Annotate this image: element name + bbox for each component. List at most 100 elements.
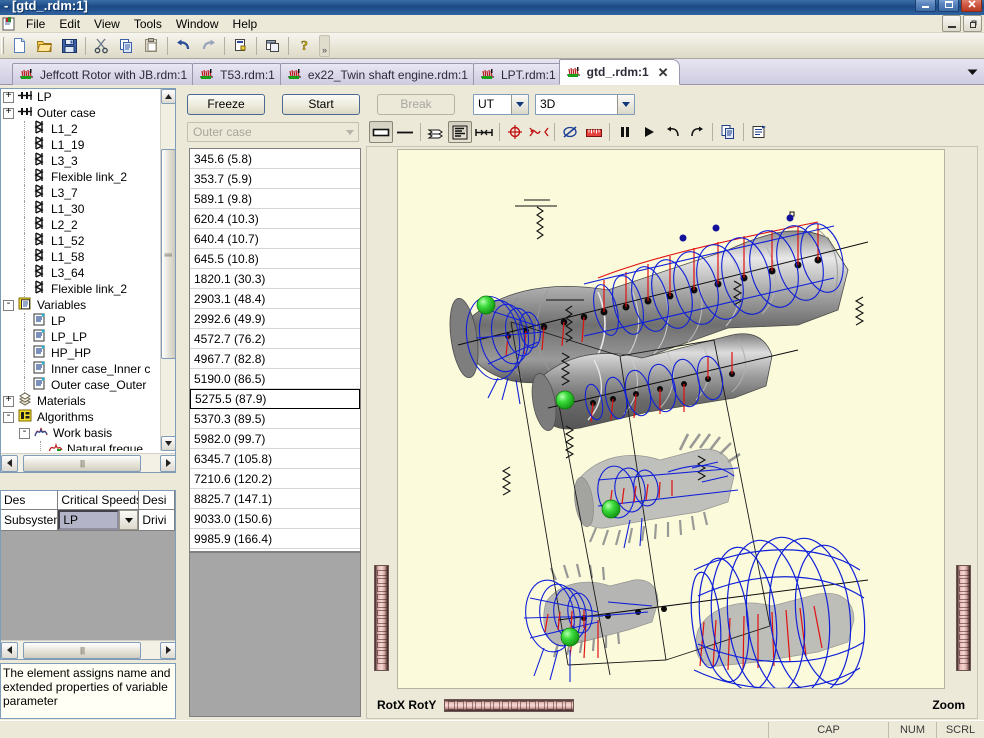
tree-expand-icon[interactable]: +: [3, 91, 14, 103]
maximize-button[interactable]: [938, 0, 959, 12]
menu-tools[interactable]: Tools: [127, 16, 169, 32]
critical-speed-item[interactable]: 640.4 (10.7): [190, 229, 360, 249]
menu-window[interactable]: Window: [169, 16, 226, 32]
tree-horizontal-scrollbar[interactable]: ||||: [1, 453, 175, 472]
rotate-cw-button[interactable]: [685, 121, 709, 143]
property-scroll-left-button[interactable]: [1, 641, 18, 659]
column-header-critical-speeds[interactable]: Critical Speeds: [58, 491, 140, 509]
tree-item-hp-hp[interactable]: HP_HP: [1, 345, 161, 361]
column-header-desi[interactable]: Desi: [139, 491, 175, 509]
column-header-des[interactable]: Des: [1, 491, 59, 509]
menu-file[interactable]: File: [19, 16, 52, 32]
pause-button[interactable]: [613, 121, 637, 143]
critical-speed-item[interactable]: 2992.6 (49.9): [190, 309, 360, 329]
view-properties-button[interactable]: [747, 121, 771, 143]
critical-speed-item[interactable]: 8825.7 (147.1): [190, 489, 360, 509]
tree-item-l1-30[interactable]: L1_30: [1, 200, 161, 217]
critical-speed-item[interactable]: 589.1 (9.8): [190, 189, 360, 209]
view-mode-combobox-arrow[interactable]: [617, 94, 634, 114]
critical-speed-item[interactable]: 353.7 (5.9): [190, 169, 360, 189]
critical-speed-item[interactable]: 1820.1 (30.3): [190, 269, 360, 289]
tab-jeffcott-rotor[interactable]: Jeffcott Rotor with JB.rdm:1: [12, 63, 199, 85]
tab-t53[interactable]: T53.rdm:1: [192, 63, 286, 85]
property-hscroll-thumb[interactable]: ||||: [23, 641, 141, 659]
tree-item-lp-lp[interactable]: LP_LP: [1, 329, 161, 345]
tree-expand-icon[interactable]: +: [3, 395, 14, 407]
mdi-restore-button[interactable]: [963, 15, 982, 32]
tree-expand-icon[interactable]: +: [3, 107, 14, 119]
line-view-button[interactable]: [393, 121, 417, 143]
tree-item-l1-2[interactable]: L1_2: [1, 120, 161, 137]
minimize-button[interactable]: [915, 0, 936, 12]
tree-collapse-icon[interactable]: -: [19, 427, 30, 439]
critical-speed-item[interactable]: 9985.9 (166.4): [190, 529, 360, 549]
copy-view-button[interactable]: [716, 121, 740, 143]
hide-orbits-button[interactable]: [558, 121, 582, 143]
critical-speed-item[interactable]: 345.6 (5.8): [190, 149, 360, 169]
orbit-marker-button[interactable]: [503, 121, 527, 143]
tree-item-inner-case-inner-c[interactable]: Inner case_Inner c: [1, 361, 161, 377]
start-button[interactable]: Start: [282, 93, 360, 115]
windows-button[interactable]: [261, 35, 284, 57]
play-button[interactable]: [637, 121, 661, 143]
toolbar-grip[interactable]: [1, 36, 7, 56]
zoom-slider-right[interactable]: [956, 565, 971, 671]
view-mode-combobox[interactable]: 3D: [535, 93, 635, 115]
model-tree[interactable]: + LP + Outer case L1_2 L1_19 L3_3 Flexible link…: [1, 89, 161, 451]
tree-item-l3-3[interactable]: L3_3: [1, 152, 161, 169]
copy-button[interactable]: [115, 35, 138, 57]
critical-speed-item[interactable]: 620.4 (10.3): [190, 209, 360, 229]
tree-item-outer-case-outer[interactable]: Outer case_Outer: [1, 377, 161, 393]
redo-button[interactable]: [197, 35, 220, 57]
tab-lpt[interactable]: LPT.rdm:1: [472, 63, 567, 85]
critical-speed-item[interactable]: 4572.7 (76.2): [190, 329, 360, 349]
menu-help[interactable]: Help: [226, 16, 265, 32]
tree-item-work-basis[interactable]: - Work basis: [1, 425, 161, 441]
tree-item-outer-case[interactable]: + Outer case: [1, 105, 161, 121]
tree-item-flexible-link-2[interactable]: Flexible link_2: [1, 168, 161, 185]
tree-collapse-icon[interactable]: -: [3, 299, 14, 311]
freeze-button[interactable]: Freeze: [187, 93, 265, 115]
tree-item-l3-7[interactable]: L3_7: [1, 184, 161, 201]
close-button[interactable]: [961, 0, 982, 12]
tree-vertical-scrollbar[interactable]: |||: [160, 89, 175, 451]
subsystem-combobox-arrow[interactable]: [119, 510, 139, 530]
critical-speed-item-selected[interactable]: 5275.5 (87.9): [190, 389, 360, 409]
mdi-minimize-button[interactable]: [942, 15, 961, 32]
rot-slider[interactable]: [444, 698, 575, 712]
mode-shape-button[interactable]: [527, 121, 551, 143]
scale-ruler-button[interactable]: [582, 121, 606, 143]
tree-item-lp[interactable]: + LP: [1, 89, 161, 105]
tab-ex22-twin-shaft-engine[interactable]: ex22_Twin shaft engine.rdm:1: [279, 63, 479, 85]
menu-edit[interactable]: Edit: [52, 16, 87, 32]
rotate-ccw-button[interactable]: [661, 121, 685, 143]
cut-button[interactable]: [90, 35, 113, 57]
open-folder-button[interactable]: [33, 35, 56, 57]
stacked-shapes-button[interactable]: [448, 121, 472, 143]
rotx-slider-left[interactable]: [374, 565, 389, 671]
critical-speed-item[interactable]: 5190.0 (86.5): [190, 369, 360, 389]
properties-button[interactable]: [229, 35, 252, 57]
tree-scroll-right-button[interactable]: [160, 454, 175, 472]
tree-collapse-icon[interactable]: -: [3, 411, 14, 423]
tree-item-l1-58[interactable]: L1_58: [1, 248, 161, 265]
tree-item-materials[interactable]: + Materials: [1, 392, 161, 409]
property-hscroll-track[interactable]: ||||: [18, 641, 160, 659]
tree-item-l1-52[interactable]: L1_52: [1, 232, 161, 249]
tree-item-lp[interactable]: LP: [1, 313, 161, 329]
critical-speed-item[interactable]: 5982.0 (99.7): [190, 429, 360, 449]
critical-speeds-list[interactable]: 345.6 (5.8) 353.7 (5.9) 589.1 (9.8) 620.4 (…: [189, 148, 361, 552]
property-horizontal-scrollbar[interactable]: ||||: [1, 640, 175, 659]
property-scroll-right-button[interactable]: [160, 641, 175, 659]
supports-button[interactable]: [472, 121, 496, 143]
menu-view[interactable]: View: [87, 16, 127, 32]
critical-speed-item[interactable]: 5370.3 (89.5): [190, 409, 360, 429]
critical-speed-item[interactable]: 9033.0 (150.6): [190, 509, 360, 529]
units-combobox-arrow[interactable]: [511, 94, 528, 114]
tree-hscroll-track[interactable]: ||||: [18, 454, 160, 472]
save-button[interactable]: [58, 35, 81, 57]
tree-item-flexible-link-2[interactable]: Flexible link_2: [1, 280, 161, 297]
undo-button[interactable]: [172, 35, 195, 57]
tree-scroll-up-button[interactable]: [161, 89, 175, 104]
tree-item-algorithms[interactable]: - Algorithms: [1, 409, 161, 425]
